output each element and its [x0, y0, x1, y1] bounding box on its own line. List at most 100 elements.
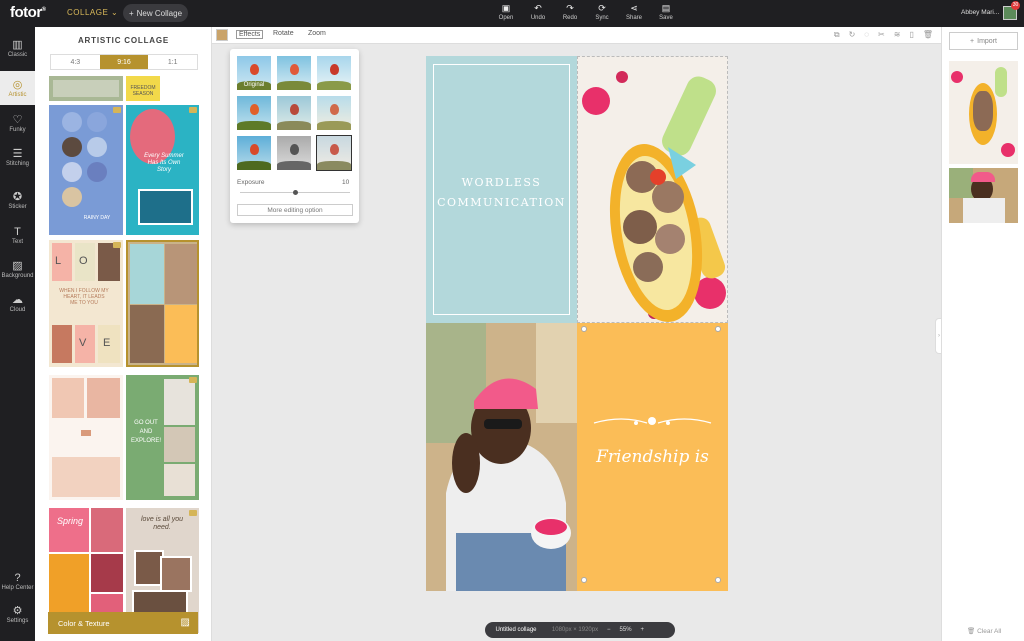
tab-zoom[interactable]: Zoom [308, 30, 326, 37]
user-name[interactable]: Abbey Mari... [961, 9, 999, 16]
nav-cloud[interactable]: ☁ Cloud [0, 286, 35, 320]
premium-crown-icon [189, 107, 197, 113]
selected-photo-thumb [216, 29, 228, 41]
template-thumb[interactable]: FREEDOM SEASON [126, 76, 199, 101]
left-nav: ▥ Classic ◎ Artistic ♡ Funky ☰ Stitching ✪ St… [0, 27, 35, 641]
effect-thumb[interactable] [277, 96, 311, 130]
save-button[interactable]: ▤ Save [650, 2, 682, 21]
share-icon: ⋖ [630, 3, 638, 13]
template-thumb[interactable] [49, 76, 123, 101]
lock-icon[interactable]: ▯ [909, 30, 913, 40]
imported-photo-icecream[interactable] [949, 61, 1018, 164]
ratio-tab-9-16[interactable]: 9:16 [99, 55, 149, 69]
ratio-tab-1-1[interactable]: 1:1 [148, 55, 197, 69]
redo-button[interactable]: ↷ Redo [554, 2, 586, 21]
effect-thumb[interactable] [317, 56, 351, 90]
nav-stitching[interactable]: ☰ Stitching [0, 140, 35, 174]
funky-icon: ♡ [12, 113, 23, 126]
layers-icon[interactable]: ≋ [894, 30, 901, 40]
collage-menu[interactable]: COLLAGE ⌄ [67, 8, 118, 17]
plus-icon: + [128, 8, 134, 18]
editor-toolbar: Effects Rotate Zoom ⧉ ↻ ◌ ✂ ≋ ▯ 🗑 [212, 27, 941, 44]
template-thumb[interactable] [49, 375, 123, 500]
open-button[interactable]: ▣ Open [490, 2, 522, 21]
panel-title: ARTISTIC COLLAGE [77, 36, 170, 45]
effect-thumb[interactable] [277, 136, 311, 170]
collage-cell-text[interactable]: WORDLESS COMMUNICATION [426, 56, 577, 323]
imported-photo-man[interactable] [949, 168, 1018, 223]
delete-icon[interactable]: 🗑 [923, 30, 933, 40]
template-thumb-selected[interactable] [126, 240, 199, 367]
nav-funky[interactable]: ♡ Funky [0, 106, 35, 140]
sync-button[interactable]: ⟳ Sync [586, 2, 618, 21]
wordless-text[interactable]: WORDLESS COMMUNICATION [426, 173, 577, 213]
template-thumb[interactable]: GO OUT AND EXPLORE! [126, 375, 199, 500]
zoom-in-button[interactable]: + [641, 627, 645, 633]
nav-text[interactable]: T Text [0, 218, 35, 252]
premium-crown-icon [189, 377, 197, 383]
collage-dimensions: 1080px × 1920px [551, 627, 599, 633]
refresh-icon[interactable]: ↻ [849, 30, 856, 40]
nav-help-center[interactable]: ? Help Center [0, 564, 35, 598]
effects-popup: Original Exposure 10 More editing option [230, 49, 359, 223]
clear-all-button[interactable]: 🗑 Clear All [967, 627, 1001, 635]
copy-icon[interactable]: ⧉ [834, 30, 840, 40]
color-texture-button[interactable]: Color & Texture ▨ [48, 612, 198, 634]
premium-crown-icon [189, 510, 197, 516]
effect-thumb[interactable] [317, 96, 351, 130]
stitching-icon: ☰ [12, 147, 23, 160]
top-bar: fotor® COLLAGE ⌄ + New Collage ▣ Open ↶ Und… [0, 0, 1024, 27]
help-icon: ? [14, 571, 21, 584]
effect-original[interactable]: Original [237, 56, 271, 90]
share-button[interactable]: ⋖ Share [618, 2, 650, 21]
zoom-icon[interactable]: ◌ [864, 30, 869, 40]
exposure-value: 10 [342, 179, 350, 186]
collage-title[interactable]: Untitled collage [485, 627, 547, 633]
import-button[interactable]: + Import [949, 32, 1018, 50]
notification-badge[interactable]: 30 [1011, 1, 1020, 10]
nav-classic[interactable]: ▥ Classic [0, 31, 35, 65]
sync-icon: ⟳ [598, 3, 606, 13]
ratio-tabs: 4:3 9:16 1:1 [50, 54, 198, 70]
zoom-out-button[interactable]: − [607, 627, 611, 633]
collage-cell-photo-man[interactable] [426, 323, 577, 591]
effect-thumb-selected[interactable] [316, 135, 352, 171]
flip-icon[interactable]: ✂ [878, 30, 885, 40]
template-thumb[interactable]: RAINY DAY [49, 105, 123, 235]
friendship-text[interactable]: Friendship is [577, 447, 728, 467]
artistic-icon: ◎ [12, 78, 23, 91]
effect-thumb[interactable] [237, 136, 271, 170]
new-collage-button[interactable]: + New Collage [123, 4, 188, 22]
settings-icon: ⚙ [12, 604, 23, 617]
tab-effects[interactable]: Effects [236, 30, 264, 39]
background-icon: ▨ [12, 259, 23, 272]
template-thumb[interactable]: Every Summer Has Its Own Story [126, 105, 199, 235]
undo-button[interactable]: ↶ Undo [522, 2, 554, 21]
fotor-logo[interactable]: fotor® [10, 4, 46, 21]
resize-handle[interactable] [715, 326, 721, 332]
ratio-tab-4-3[interactable]: 4:3 [51, 55, 100, 69]
resize-handle[interactable] [581, 577, 587, 583]
collage-canvas: WORDLESS COMMUNICATION Friendship is [426, 56, 728, 591]
nav-sticker[interactable]: ✪ Sticker [0, 183, 35, 217]
effect-thumb[interactable] [237, 96, 271, 130]
text-icon: T [14, 225, 21, 238]
sticker-icon: ✪ [12, 190, 23, 203]
exposure-slider[interactable] [240, 190, 350, 195]
nav-settings[interactable]: ⚙ Settings [0, 597, 35, 631]
collage-cell-photo-icecream[interactable] [577, 56, 728, 323]
resize-handle[interactable] [581, 326, 587, 332]
more-editing-button[interactable]: More editing option [237, 204, 353, 216]
nav-background[interactable]: ▨ Background [0, 252, 35, 286]
resize-handle[interactable] [715, 577, 721, 583]
status-bar: Untitled collage 1080px × 1920px − 55% + [485, 622, 675, 638]
redo-icon: ↷ [566, 3, 574, 13]
cloud-icon: ☁ [12, 293, 23, 306]
tab-rotate[interactable]: Rotate [273, 30, 294, 37]
collage-cell-text-orange[interactable]: Friendship is [577, 323, 728, 591]
template-thumb[interactable]: L O V E WHEN I FOLLOW MY HEART, IT LEADS… [49, 240, 123, 367]
icecream-photo [578, 57, 727, 322]
effect-thumb[interactable] [277, 56, 311, 90]
nav-artistic[interactable]: ◎ Artistic [0, 71, 35, 105]
exposure-slider-knob[interactable] [292, 190, 298, 195]
